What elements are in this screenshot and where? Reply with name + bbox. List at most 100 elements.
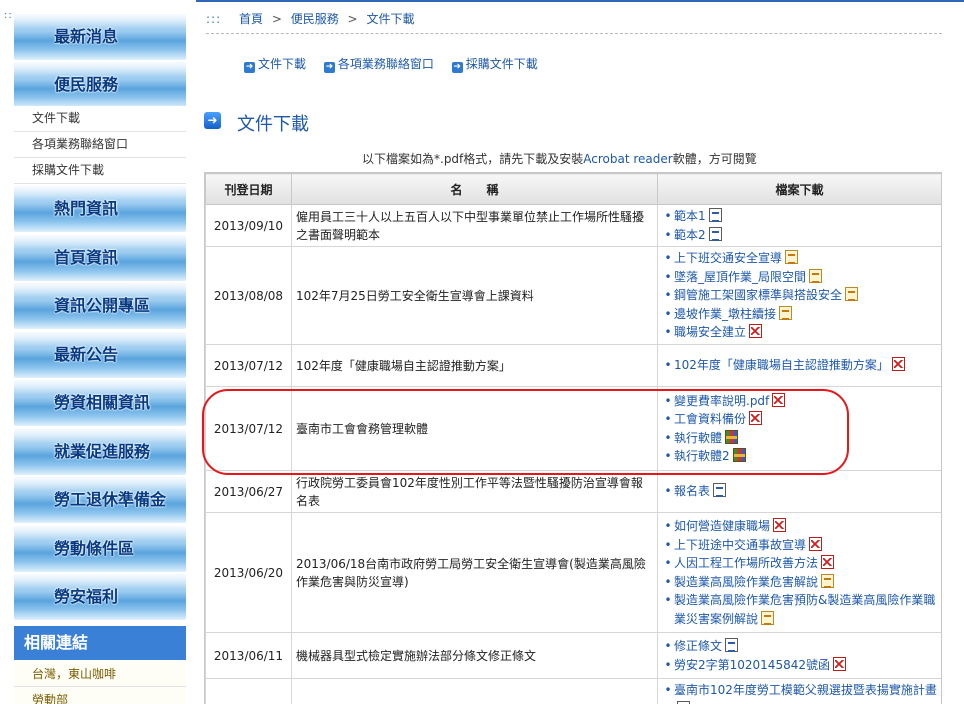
file-link[interactable]: • 變更費率說明.pdf	[662, 392, 937, 411]
pdf-icon[interactable]	[772, 392, 786, 407]
odt-icon[interactable]	[785, 250, 799, 265]
file-link[interactable]: • 墜落_屋頂作業_局限空間	[662, 268, 937, 287]
file-link[interactable]: • 邊坡作業_墩柱續接	[662, 305, 937, 324]
pdf-icon[interactable]	[749, 324, 763, 339]
file-link[interactable]: • 執行軟體	[662, 429, 937, 448]
sub-tabs: ➜ 文件下載 ➜ 各項業務聯絡窗口 ➜ 採購文件下載	[244, 55, 552, 73]
pdf-icon[interactable]	[832, 656, 846, 671]
file-link-label[interactable]: 報名表	[674, 484, 710, 498]
tab-downloads[interactable]: ➜ 文件下載	[244, 55, 306, 73]
odt-icon[interactable]	[809, 268, 823, 283]
file-link-label[interactable]: 製造業高風險作業危害預防&製造業高風險作業職業災害案例解說	[674, 593, 935, 626]
odt-icon[interactable]	[845, 287, 859, 302]
bullet: •	[664, 269, 672, 284]
file-link[interactable]: • 勞安2字第1020145842號函	[662, 656, 937, 675]
zip-icon[interactable]	[732, 448, 746, 462]
breadcrumb-services[interactable]: 便民服務	[291, 12, 339, 26]
doc-icon[interactable]	[713, 483, 727, 498]
odt-icon[interactable]	[821, 573, 835, 588]
sidebar-item-latest-news[interactable]: 最新消息	[14, 14, 186, 60]
row-date: 2013/09/10	[205, 204, 292, 247]
file-link[interactable]: • 上下班途中交通事故宣導	[662, 536, 937, 555]
doc-icon[interactable]	[708, 208, 722, 222]
file-link-label[interactable]: 邊坡作業_墩柱續接	[674, 307, 776, 321]
file-link-label[interactable]: 執行軟體2	[674, 449, 730, 463]
pdf-icon[interactable]	[809, 536, 823, 551]
file-link[interactable]: • 修正條文	[662, 637, 937, 656]
file-link-text-wrap: 修正條文	[674, 637, 739, 656]
file-link-label[interactable]: 鋼管施工架國家標準與搭設安全	[674, 288, 842, 302]
file-link-label[interactable]: 如何營造健康職場	[674, 519, 770, 533]
file-link[interactable]: • 執行軟體2	[662, 447, 937, 466]
file-link-label[interactable]: 上下班交通安全宣導	[674, 251, 782, 265]
tab-procurement[interactable]: ➜ 採購文件下載	[451, 55, 538, 73]
sidebar-item-open-info[interactable]: 資訊公開專區	[14, 283, 186, 329]
file-link-text-wrap: 執行軟體	[674, 429, 739, 448]
file-link-text-wrap: 範本1	[674, 207, 722, 226]
breadcrumb-separator: >	[347, 12, 358, 26]
sidebar-item-labor-relations[interactable]: 勞資相關資訊	[14, 380, 186, 426]
top-bar-line	[196, 0, 964, 2]
file-link[interactable]: • 如何營造健康職場	[662, 517, 937, 536]
file-link-label[interactable]: 上下班途中交通事故宣導	[674, 538, 806, 552]
doc-icon[interactable]	[725, 638, 739, 652]
pdf-icon[interactable]	[749, 411, 763, 425]
sidebar-item-hot-info[interactable]: 熱門資訊	[14, 186, 186, 232]
column-header-files: 檔案下載	[657, 173, 941, 205]
file-link-label[interactable]: 執行軟體	[674, 431, 722, 445]
file-link-label[interactable]: 墜落_屋頂作業_局限空間	[674, 270, 806, 284]
submenu-item-procurement[interactable]: 採購文件下載	[14, 158, 186, 184]
doc-icon[interactable]	[677, 700, 690, 704]
page-title: 文件下載	[237, 114, 309, 135]
file-link[interactable]: • 上下班交通安全宣導	[662, 249, 937, 268]
table-row: • 臺南市102年度勞工模範父親選拔暨表揚實施計畫	[205, 678, 941, 704]
sidebar-item-services[interactable]: 便民服務	[14, 62, 186, 108]
file-link-label[interactable]: 職場安全建立	[674, 325, 746, 339]
sidebar-item-announcements[interactable]: 最新公告	[14, 332, 186, 378]
file-link-label[interactable]: 製造業高風險作業危害解說	[674, 575, 818, 589]
file-link-label[interactable]: 工會資料備份	[674, 412, 746, 426]
file-link[interactable]: • 範本2	[662, 226, 937, 245]
file-link-label[interactable]: 修正條文	[674, 639, 722, 653]
file-link-label[interactable]: 102年度「健康職場自主認證推動方案」	[674, 358, 889, 372]
file-link-label[interactable]: 臺南市102年度勞工模範父親選拔暨表揚實施計畫	[674, 683, 937, 697]
bullet: •	[664, 412, 672, 426]
doc-icon[interactable]	[708, 226, 722, 241]
file-link[interactable]: • 鋼管施工架國家標準與搭設安全	[662, 286, 937, 305]
zip-icon[interactable]	[725, 429, 739, 444]
bullet: •	[664, 430, 672, 445]
file-link[interactable]: • 102年度「健康職場自主認證推動方案」	[662, 356, 937, 375]
file-link[interactable]: • 職場安全建立	[662, 323, 937, 342]
file-link-label[interactable]: 勞安2字第1020145842號函	[674, 658, 830, 672]
submenu-item-downloads[interactable]: 文件下載	[14, 106, 186, 132]
file-link[interactable]: • 範本1	[662, 207, 937, 226]
breadcrumb-downloads[interactable]: 文件下載	[366, 12, 414, 26]
related-link-ministry-of-labor[interactable]: 勞動部	[14, 687, 186, 704]
file-link-label[interactable]: 變更費率說明.pdf	[674, 394, 769, 408]
breadcrumb-home[interactable]: 首頁	[239, 12, 263, 26]
file-link[interactable]: • 工會資料備份	[662, 410, 937, 429]
pdf-icon[interactable]	[821, 555, 835, 569]
file-link[interactable]: • 製造業高風險作業危害預防&製造業高風險作業職業災害案例解說	[662, 591, 937, 628]
bullet: •	[664, 537, 672, 552]
sidebar-item-safety-welfare[interactable]: 勞安福利	[14, 574, 186, 620]
acrobat-reader-link[interactable]: Acrobat reader	[583, 152, 672, 166]
odt-icon[interactable]	[779, 305, 793, 320]
file-link[interactable]: • 人因工程工作場所改善方法	[662, 554, 937, 573]
sidebar-item-home-info[interactable]: 首頁資訊	[14, 235, 186, 281]
tab-contacts[interactable]: ➜ 各項業務聯絡窗口	[323, 55, 434, 73]
sidebar-item-pension[interactable]: 勞工退休準備金	[14, 477, 186, 523]
file-link[interactable]: • 臺南市102年度勞工模範父親選拔暨表揚實施計畫	[662, 681, 937, 704]
file-link-label[interactable]: 範本2	[674, 228, 706, 242]
file-link-label[interactable]: 人因工程工作場所改善方法	[674, 556, 818, 570]
file-link[interactable]: • 報名表	[662, 482, 937, 501]
sidebar-item-employment[interactable]: 就業促進服務	[14, 429, 186, 475]
file-link-label[interactable]: 範本1	[674, 209, 706, 223]
related-link-dongshan-coffee[interactable]: 台灣，東山咖啡	[14, 661, 186, 687]
submenu-item-contacts[interactable]: 各項業務聯絡窗口	[14, 132, 186, 158]
pdf-icon[interactable]	[891, 357, 905, 372]
odt-icon[interactable]	[761, 610, 775, 625]
sidebar-item-labor-conditions[interactable]: 勞動條件區	[14, 526, 186, 572]
pdf-icon[interactable]	[773, 518, 787, 532]
file-link[interactable]: • 製造業高風險作業危害解說	[662, 573, 937, 592]
